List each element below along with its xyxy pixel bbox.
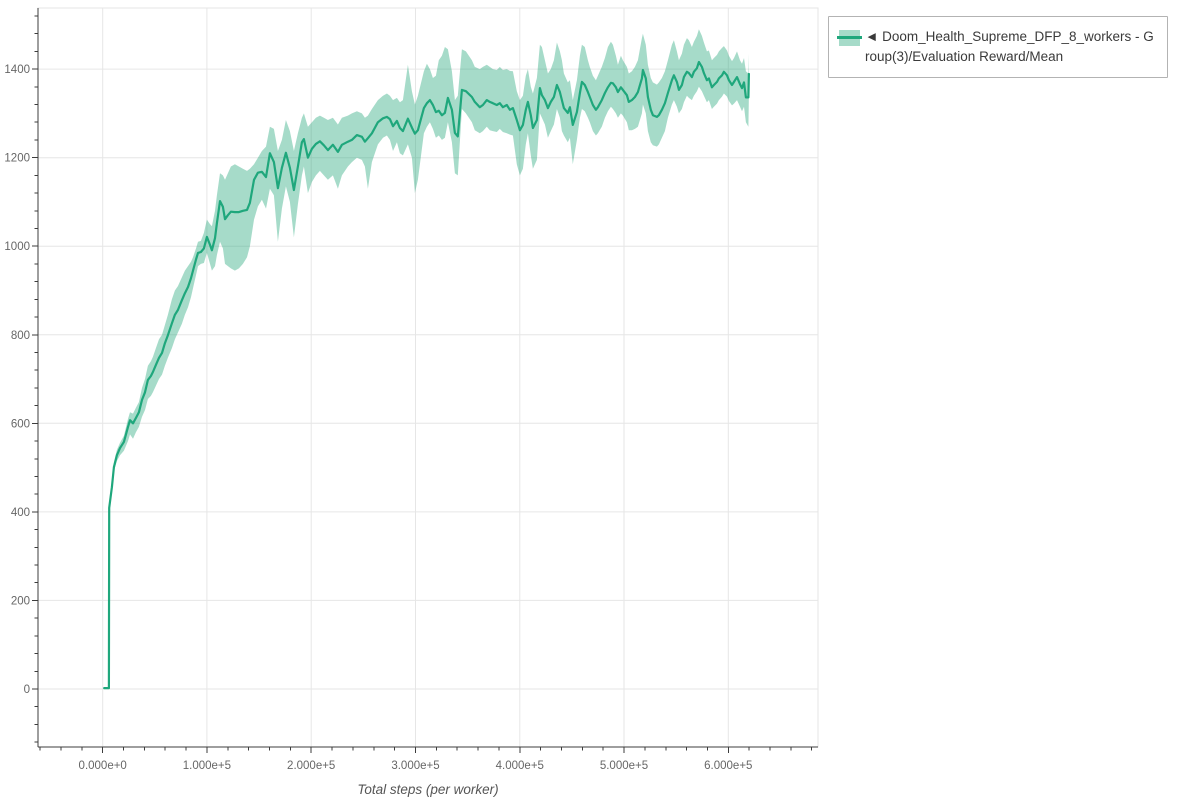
svg-text:0.000e+0: 0.000e+0 [79, 760, 127, 772]
svg-text:5.000e+5: 5.000e+5 [600, 760, 648, 772]
legend-marker-icon: ◄ [865, 29, 878, 44]
legend-band-swatch [839, 30, 860, 46]
svg-text:1.000e+5: 1.000e+5 [183, 760, 231, 772]
series-band [104, 29, 749, 688]
svg-text:1200: 1200 [4, 153, 30, 165]
svg-text:3.000e+5: 3.000e+5 [391, 760, 439, 772]
svg-text:1400: 1400 [4, 64, 30, 76]
svg-text:400: 400 [11, 507, 30, 519]
legend-series-label: ◄ Doom_Health_Supreme_DFP_8_workers - Gr… [865, 27, 1157, 67]
series-line [104, 62, 749, 688]
legend-label-text: Doom_Health_Supreme_DFP_8_workers - Grou… [865, 29, 1154, 64]
svg-text:0: 0 [24, 684, 30, 696]
y-tick-labels: 0 200 400 600 800 1000 1200 1400 [4, 64, 30, 696]
svg-text:6.000e+5: 6.000e+5 [704, 760, 752, 772]
legend-line-swatch [837, 36, 862, 39]
svg-text:600: 600 [11, 418, 30, 430]
chart-window: 0.000e+0 1.000e+5 2.000e+5 3.000e+5 4.000e+5… [0, 0, 1200, 800]
svg-text:4.000e+5: 4.000e+5 [496, 760, 544, 772]
chart-canvas[interactable]: 0.000e+0 1.000e+5 2.000e+5 3.000e+5 4.000e+5… [0, 0, 1200, 800]
x-axis-title: Total steps (per worker) [357, 782, 498, 797]
svg-text:1000: 1000 [4, 241, 30, 253]
svg-text:2.000e+5: 2.000e+5 [287, 760, 335, 772]
legend-item[interactable]: ◄ Doom_Health_Supreme_DFP_8_workers - Gr… [839, 27, 1157, 67]
svg-text:800: 800 [11, 330, 30, 342]
legend[interactable]: ◄ Doom_Health_Supreme_DFP_8_workers - Gr… [828, 16, 1168, 78]
svg-text:200: 200 [11, 595, 30, 607]
x-tick-labels: 0.000e+0 1.000e+5 2.000e+5 3.000e+5 4.000e+5… [79, 760, 753, 772]
